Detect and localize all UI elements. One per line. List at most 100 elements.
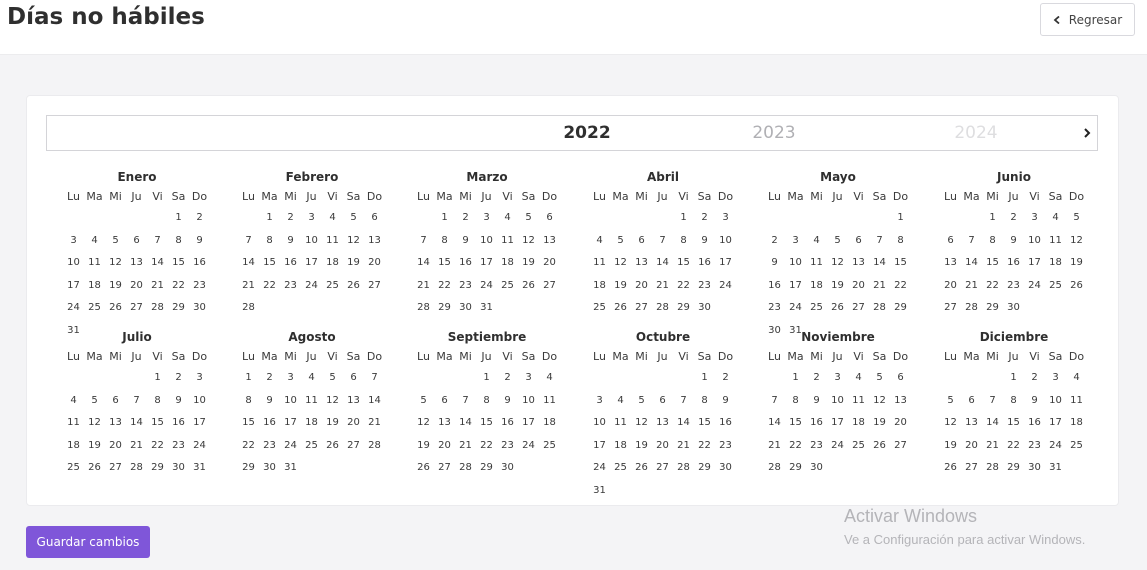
day-cell[interactable]: 2 bbox=[1024, 369, 1045, 392]
day-cell[interactable]: 19 bbox=[631, 437, 652, 460]
day-cell[interactable]: 24 bbox=[715, 277, 736, 300]
day-cell[interactable]: 29 bbox=[238, 459, 259, 482]
day-cell[interactable]: 29 bbox=[673, 299, 694, 322]
day-cell[interactable]: 30 bbox=[189, 299, 210, 322]
day-cell[interactable]: 9 bbox=[455, 232, 476, 255]
day-cell[interactable]: 17 bbox=[827, 414, 848, 437]
day-cell[interactable]: 24 bbox=[1045, 437, 1066, 460]
day-cell[interactable]: 20 bbox=[343, 414, 364, 437]
day-cell[interactable]: 1 bbox=[168, 209, 189, 232]
day-cell[interactable]: 3 bbox=[589, 392, 610, 415]
day-cell[interactable]: 8 bbox=[168, 232, 189, 255]
day-cell[interactable]: 23 bbox=[259, 437, 280, 460]
day-cell[interactable]: 22 bbox=[785, 437, 806, 460]
day-cell[interactable]: 9 bbox=[259, 392, 280, 415]
day-cell[interactable]: 1 bbox=[259, 209, 280, 232]
day-cell[interactable]: 7 bbox=[413, 232, 434, 255]
day-cell[interactable]: 4 bbox=[1045, 209, 1066, 232]
day-cell[interactable]: 6 bbox=[105, 392, 126, 415]
day-cell[interactable]: 25 bbox=[497, 277, 518, 300]
day-cell[interactable]: 30 bbox=[497, 459, 518, 482]
day-cell[interactable]: 8 bbox=[259, 232, 280, 255]
day-cell[interactable]: 5 bbox=[1066, 209, 1087, 232]
day-cell[interactable]: 31 bbox=[189, 459, 210, 482]
day-cell[interactable]: 7 bbox=[961, 232, 982, 255]
day-cell[interactable]: 16 bbox=[189, 254, 210, 277]
day-cell[interactable]: 4 bbox=[84, 232, 105, 255]
day-cell[interactable]: 2 bbox=[497, 369, 518, 392]
day-cell[interactable]: 5 bbox=[343, 209, 364, 232]
day-cell[interactable]: 14 bbox=[961, 254, 982, 277]
day-cell[interactable]: 15 bbox=[168, 254, 189, 277]
day-cell[interactable]: 18 bbox=[497, 254, 518, 277]
day-cell[interactable]: 1 bbox=[673, 209, 694, 232]
day-cell[interactable]: 5 bbox=[84, 392, 105, 415]
day-cell[interactable]: 10 bbox=[280, 392, 301, 415]
day-cell[interactable]: 25 bbox=[589, 299, 610, 322]
day-cell[interactable]: 28 bbox=[147, 299, 168, 322]
day-cell[interactable]: 24 bbox=[189, 437, 210, 460]
day-cell[interactable]: 16 bbox=[694, 254, 715, 277]
day-cell[interactable]: 8 bbox=[1003, 392, 1024, 415]
day-cell[interactable]: 14 bbox=[238, 254, 259, 277]
day-cell[interactable]: 14 bbox=[982, 414, 1003, 437]
day-cell[interactable]: 2 bbox=[715, 369, 736, 392]
day-cell[interactable]: 8 bbox=[785, 392, 806, 415]
year-next[interactable]: 2023 bbox=[729, 123, 819, 143]
day-cell[interactable]: 9 bbox=[280, 232, 301, 255]
day-cell[interactable]: 11 bbox=[610, 414, 631, 437]
day-cell[interactable]: 17 bbox=[301, 254, 322, 277]
day-cell[interactable]: 26 bbox=[631, 459, 652, 482]
day-cell[interactable]: 4 bbox=[1066, 369, 1087, 392]
day-cell[interactable]: 27 bbox=[126, 299, 147, 322]
day-cell[interactable]: 2 bbox=[694, 209, 715, 232]
day-cell[interactable]: 30 bbox=[259, 459, 280, 482]
day-cell[interactable]: 25 bbox=[848, 437, 869, 460]
day-cell[interactable]: 21 bbox=[238, 277, 259, 300]
day-cell[interactable]: 26 bbox=[105, 299, 126, 322]
day-cell[interactable]: 23 bbox=[189, 277, 210, 300]
day-cell[interactable]: 10 bbox=[1045, 392, 1066, 415]
day-cell[interactable]: 13 bbox=[105, 414, 126, 437]
day-cell[interactable]: 18 bbox=[610, 437, 631, 460]
day-cell[interactable]: 7 bbox=[764, 392, 785, 415]
day-cell[interactable]: 1 bbox=[476, 369, 497, 392]
day-cell[interactable]: 3 bbox=[785, 232, 806, 255]
day-cell[interactable]: 8 bbox=[147, 392, 168, 415]
day-cell[interactable]: 20 bbox=[631, 277, 652, 300]
day-cell[interactable]: 17 bbox=[518, 414, 539, 437]
day-cell[interactable]: 14 bbox=[869, 254, 890, 277]
day-cell[interactable]: 18 bbox=[301, 414, 322, 437]
day-cell[interactable]: 4 bbox=[63, 392, 84, 415]
day-cell[interactable]: 19 bbox=[610, 277, 631, 300]
day-cell[interactable]: 15 bbox=[147, 414, 168, 437]
day-cell[interactable]: 11 bbox=[84, 254, 105, 277]
day-cell[interactable]: 25 bbox=[63, 459, 84, 482]
day-cell[interactable]: 27 bbox=[631, 299, 652, 322]
day-cell[interactable]: 24 bbox=[301, 277, 322, 300]
day-cell[interactable]: 10 bbox=[189, 392, 210, 415]
day-cell[interactable]: 25 bbox=[539, 437, 560, 460]
day-cell[interactable]: 5 bbox=[322, 369, 343, 392]
day-cell[interactable]: 14 bbox=[764, 414, 785, 437]
day-cell[interactable]: 12 bbox=[84, 414, 105, 437]
day-cell[interactable]: 1 bbox=[238, 369, 259, 392]
day-cell[interactable]: 7 bbox=[982, 392, 1003, 415]
day-cell[interactable]: 27 bbox=[434, 459, 455, 482]
day-cell[interactable]: 1 bbox=[694, 369, 715, 392]
day-cell[interactable]: 1 bbox=[890, 209, 911, 232]
day-cell[interactable]: 3 bbox=[189, 369, 210, 392]
day-cell[interactable]: 6 bbox=[940, 232, 961, 255]
day-cell[interactable]: 21 bbox=[961, 277, 982, 300]
day-cell[interactable]: 21 bbox=[764, 437, 785, 460]
day-cell[interactable]: 29 bbox=[890, 299, 911, 322]
day-cell[interactable]: 11 bbox=[848, 392, 869, 415]
day-cell[interactable]: 28 bbox=[764, 459, 785, 482]
day-cell[interactable]: 15 bbox=[673, 254, 694, 277]
day-cell[interactable]: 24 bbox=[827, 437, 848, 460]
day-cell[interactable]: 18 bbox=[84, 277, 105, 300]
day-cell[interactable]: 13 bbox=[343, 392, 364, 415]
day-cell[interactable]: 14 bbox=[652, 254, 673, 277]
day-cell[interactable]: 6 bbox=[961, 392, 982, 415]
day-cell[interactable]: 13 bbox=[961, 414, 982, 437]
